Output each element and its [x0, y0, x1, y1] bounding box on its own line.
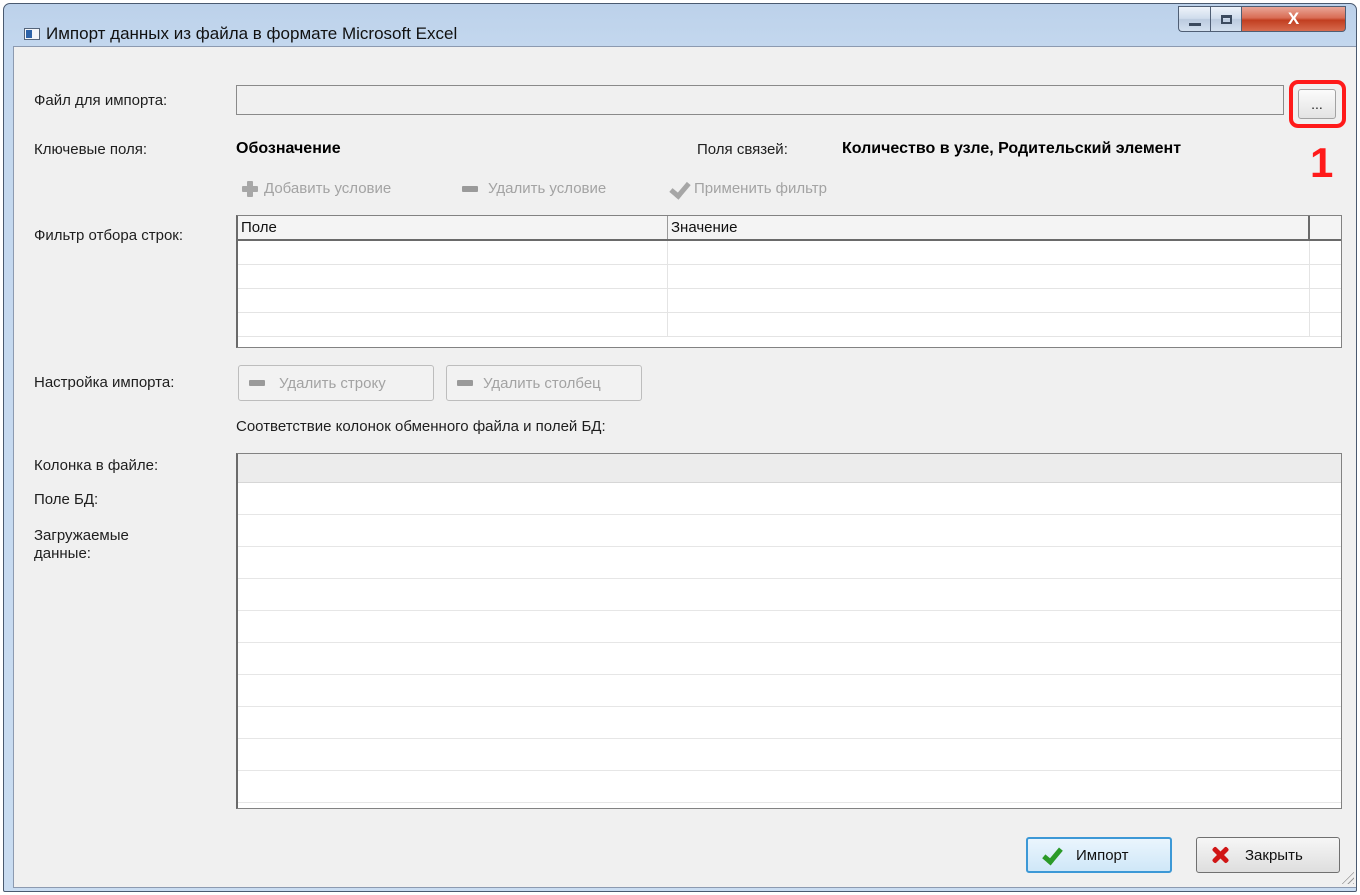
delete-column-button[interactable]: Удалить столбец	[446, 365, 642, 401]
table-row[interactable]	[238, 579, 1341, 611]
table-row[interactable]	[238, 675, 1341, 707]
minus-icon	[249, 380, 265, 386]
close-icon: X	[1287, 9, 1300, 28]
file-path-input[interactable]	[236, 85, 1284, 115]
key-fields-label: Ключевые поля:	[34, 141, 148, 158]
row-filter-grid[interactable]: Поле Значение	[236, 215, 1342, 348]
table-row[interactable]	[238, 241, 1341, 265]
window-title: Импорт данных из файла в формате Microso…	[46, 24, 458, 43]
remove-condition-label: Удалить условие	[488, 180, 607, 197]
resize-grip[interactable]	[1340, 870, 1354, 884]
minimize-button[interactable]	[1178, 6, 1210, 32]
maximize-icon	[1220, 14, 1232, 24]
link-fields-label: Поля связей:	[697, 141, 788, 158]
filter-grid-header: Поле Значение	[238, 216, 1341, 241]
db-field-label: Поле БД:	[34, 491, 99, 508]
table-row[interactable]	[238, 289, 1341, 313]
import-mapping-grid[interactable]	[236, 453, 1342, 809]
annotation-marker: 1	[1310, 139, 1334, 186]
app-icon	[24, 28, 40, 40]
title-bar[interactable]: Импорт данных из файла в формате Microso…	[4, 4, 1356, 44]
delete-row-button[interactable]: Удалить строку	[238, 365, 434, 401]
link-fields-value: Количество в узле, Родительский элемент	[842, 140, 1182, 157]
table-row[interactable]	[238, 707, 1341, 739]
table-row[interactable]	[238, 611, 1341, 643]
file-import-label: Файл для импорта:	[34, 92, 168, 109]
close-button[interactable]: Закрыть	[1196, 837, 1340, 873]
dialog-body: Файл для импорта: ... 1 Ключевые поля: О…	[13, 46, 1356, 888]
column-header-field[interactable]: Поле	[238, 216, 668, 239]
column-header-value[interactable]: Значение	[668, 216, 1310, 239]
import-button[interactable]: Импорт	[1026, 837, 1172, 873]
table-row[interactable]	[238, 265, 1341, 289]
close-icon	[1211, 846, 1229, 864]
delete-column-label: Удалить столбец	[483, 374, 601, 392]
remove-condition-button[interactable]: Удалить условие	[462, 180, 606, 197]
plus-icon	[242, 180, 258, 197]
apply-filter-label: Применить фильтр	[694, 180, 828, 197]
table-row[interactable]	[238, 739, 1341, 771]
minus-icon	[462, 185, 478, 192]
loaded-data-label-line2: данные:	[34, 545, 91, 562]
add-condition-button[interactable]: Добавить условие	[242, 180, 391, 197]
maximize-button[interactable]	[1210, 6, 1242, 32]
import-label: Импорт	[1076, 846, 1129, 864]
window-close-button[interactable]: X	[1242, 6, 1346, 32]
mapping-caption: Соответствие колонок обменного файла и п…	[236, 418, 606, 435]
apply-filter-button[interactable]: Применить фильтр	[672, 180, 827, 197]
table-row[interactable]	[238, 313, 1341, 337]
minimize-icon	[1188, 22, 1201, 26]
import-settings-label: Настройка импорта:	[34, 374, 175, 391]
row-filter-label: Фильтр отбора строк:	[34, 227, 184, 244]
annotation-highlight	[1289, 80, 1346, 128]
checkmark-icon	[672, 182, 692, 196]
grid-header-row	[238, 454, 1341, 483]
delete-row-label: Удалить строку	[279, 374, 386, 392]
table-row[interactable]	[238, 515, 1341, 547]
close-label: Закрыть	[1245, 846, 1303, 864]
dialog-window: Импорт данных из файла в формате Microso…	[3, 3, 1357, 892]
minus-icon	[457, 380, 473, 386]
table-row[interactable]	[238, 643, 1341, 675]
add-condition-label: Добавить условие	[264, 180, 392, 197]
loaded-data-label-line1: Загружаемые	[34, 527, 129, 544]
table-row[interactable]	[238, 483, 1341, 515]
table-row[interactable]	[238, 771, 1341, 803]
checkmark-icon	[1042, 846, 1060, 864]
file-column-label: Колонка в файле:	[34, 457, 159, 474]
table-row[interactable]	[238, 547, 1341, 579]
key-fields-value: Обозначение	[236, 140, 341, 157]
